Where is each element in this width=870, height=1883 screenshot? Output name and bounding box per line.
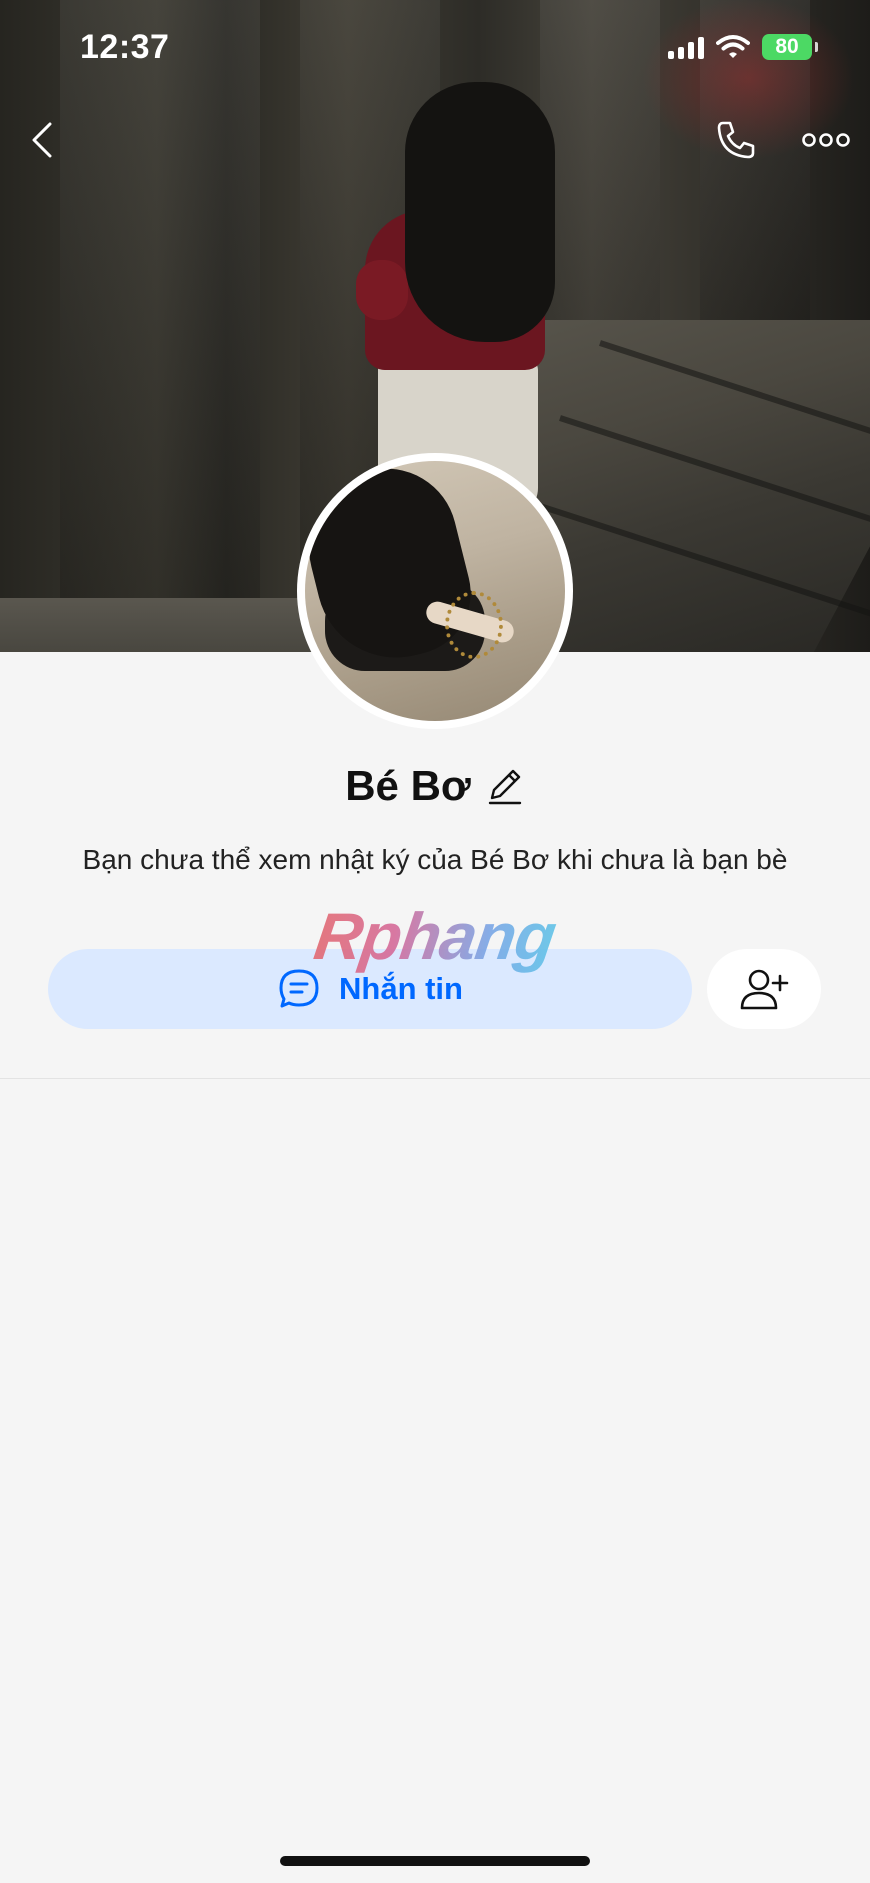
status-indicators: 80 <box>668 34 818 60</box>
diary-restriction-notice: Bạn chưa thể xem nhật ký của Bé Bơ khi c… <box>82 844 788 875</box>
avatar[interactable] <box>297 453 573 729</box>
add-friend-button[interactable] <box>707 949 821 1029</box>
add-user-icon <box>740 969 789 1010</box>
phone-icon <box>717 121 755 159</box>
home-indicator[interactable] <box>280 1856 590 1866</box>
chevron-left-icon <box>32 122 52 158</box>
call-button[interactable] <box>708 112 764 168</box>
profile-name-row: Bé Bơ <box>0 762 870 810</box>
cover-person-arm <box>356 260 408 320</box>
battery-level: 80 <box>775 35 799 58</box>
avatar-photo <box>305 461 565 721</box>
profile-name: Bé Bơ <box>345 762 471 809</box>
avatar-necklace <box>445 591 503 659</box>
more-dots-icon <box>802 133 850 147</box>
edit-name-button[interactable] <box>485 766 525 806</box>
battery-icon: 80 <box>762 34 818 60</box>
back-button[interactable] <box>20 112 64 168</box>
watermark-logo: Rphang <box>295 898 576 974</box>
wifi-icon <box>716 35 750 58</box>
status-time: 12:37 <box>80 28 170 66</box>
cover-person-hair <box>405 82 555 342</box>
more-options-button[interactable] <box>796 116 856 164</box>
section-divider <box>0 1078 870 1079</box>
cellular-signal-icon <box>668 35 704 59</box>
cover-wall-panel <box>60 0 260 640</box>
send-message-label: Nhắn tin <box>339 971 463 1006</box>
pencil-icon <box>488 769 521 805</box>
profile-screen: 12:37 80 Bé Bơ Bạn chưa thể xem nhật ký … <box>0 0 870 1883</box>
